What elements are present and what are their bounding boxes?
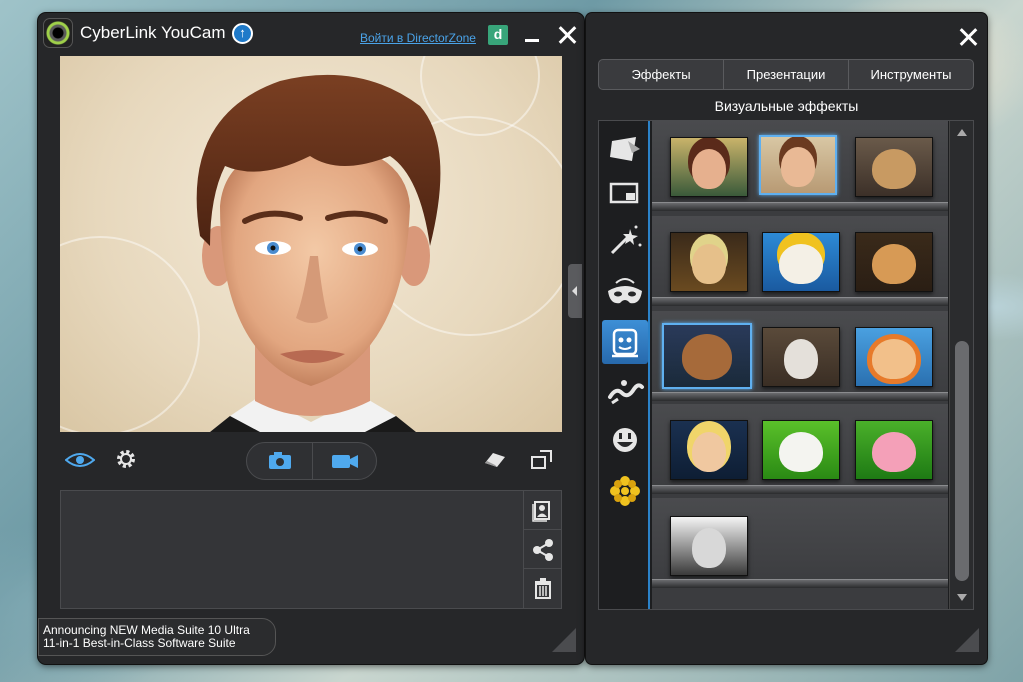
- avatar-icon: [612, 328, 638, 358]
- particle-wand-icon: [610, 225, 642, 255]
- gallery-tools: [523, 491, 561, 608]
- media-gallery: [60, 490, 562, 609]
- mask-icon: [608, 278, 642, 304]
- frame-icon: [609, 182, 639, 204]
- shelf-row: [652, 216, 948, 306]
- shelf-row: [652, 404, 948, 494]
- shelf-row: [652, 311, 948, 401]
- avatar-face-image: [196, 74, 441, 432]
- category-frame[interactable]: [602, 171, 648, 215]
- effect-thumb-clown[interactable]: [762, 232, 840, 292]
- announcement-line-2: 11-in-1 Best-in-Class Software Suite: [43, 636, 236, 650]
- effects-resize-grip-icon[interactable]: [955, 628, 979, 652]
- category-scene[interactable]: [602, 127, 648, 171]
- shelf-row: [652, 498, 948, 588]
- scroll-up-arrow-icon[interactable]: [957, 129, 967, 136]
- announcement-banner[interactable]: Announcing NEW Media Suite 10 Ultra 11-i…: [38, 618, 276, 656]
- eraser-icon[interactable]: [483, 451, 507, 467]
- tab-presentations[interactable]: Презентации: [724, 60, 849, 89]
- effect-categories: [599, 121, 650, 609]
- effect-thumb-lion[interactable]: [855, 327, 933, 387]
- share-icon: [533, 539, 553, 561]
- effect-thumb-david-statue[interactable]: [670, 516, 748, 576]
- effect-thumb-poodle[interactable]: [662, 323, 752, 389]
- effects-shelves: [652, 121, 948, 609]
- directorzone-icon[interactable]: d: [488, 25, 508, 45]
- scene-icon: [610, 137, 640, 161]
- tab-tools[interactable]: Инструменты: [849, 60, 973, 89]
- effect-thumb-lincoln-statue[interactable]: [762, 327, 840, 387]
- scroll-thumb[interactable]: [955, 341, 969, 581]
- update-arrow-icon[interactable]: ↑: [232, 23, 253, 44]
- effects-body: [598, 120, 974, 610]
- main-window: CyberLink YouCam ↑ Войти в DirectorZone …: [38, 13, 584, 664]
- effects-close-button[interactable]: [957, 26, 979, 48]
- trash-icon: [535, 578, 551, 599]
- window-resize-icon[interactable]: [531, 449, 553, 469]
- video-camera-icon: [332, 455, 358, 468]
- category-particle[interactable]: [602, 219, 648, 263]
- view-media-button[interactable]: [524, 491, 561, 530]
- record-video-button[interactable]: [313, 443, 377, 479]
- gadget-icon: [610, 476, 640, 506]
- scroll-down-arrow-icon[interactable]: [957, 594, 967, 601]
- category-emotion[interactable]: [602, 418, 648, 462]
- collapse-panel-button[interactable]: [568, 264, 582, 318]
- close-button[interactable]: [556, 24, 578, 46]
- effect-thumb-young-man[interactable]: [759, 135, 837, 195]
- effects-scrollbar[interactable]: [949, 121, 973, 609]
- category-gadget[interactable]: [602, 469, 648, 513]
- emotion-icon: [613, 428, 637, 452]
- camera-icon: [269, 452, 291, 469]
- youcam-logo-icon: [43, 18, 73, 48]
- effect-thumb-blond-man[interactable]: [670, 232, 748, 292]
- category-mask[interactable]: [602, 271, 648, 315]
- distortion-icon: [608, 380, 644, 405]
- tab-effects[interactable]: Эффекты: [599, 60, 724, 89]
- portrait-icon: [532, 501, 550, 522]
- effects-tabbar: Эффекты Презентации Инструменты: [598, 59, 974, 90]
- shelf-row: [652, 121, 948, 211]
- effect-thumb-pink-pig[interactable]: [855, 420, 933, 480]
- camera-preview: [60, 56, 562, 432]
- directorzone-login-link[interactable]: Войти в DirectorZone: [360, 31, 476, 45]
- resize-grip-icon[interactable]: [552, 628, 576, 652]
- effect-thumb-golden-dog[interactable]: [855, 232, 933, 292]
- category-avatar[interactable]: [602, 320, 648, 364]
- delete-button[interactable]: [524, 569, 561, 608]
- minimize-button[interactable]: [523, 25, 541, 45]
- effects-panel: Эффекты Презентации Инструменты Визуальн…: [586, 13, 987, 664]
- app-title: CyberLink YouCam: [80, 23, 226, 42]
- snapshot-button[interactable]: [247, 443, 312, 479]
- effect-thumb-blonde-girl[interactable]: [670, 420, 748, 480]
- effect-thumb-party-girl[interactable]: [670, 137, 748, 197]
- effect-thumb-teddy-bear[interactable]: [855, 137, 933, 197]
- eye-icon[interactable]: [65, 451, 95, 469]
- share-button[interactable]: [524, 530, 561, 569]
- capture-mode-group: [246, 442, 377, 480]
- effect-thumb-white-bear[interactable]: [762, 420, 840, 480]
- effects-heading: Визуальные эффекты: [714, 98, 859, 114]
- category-distortion[interactable]: [602, 369, 648, 413]
- gear-icon[interactable]: [115, 448, 137, 470]
